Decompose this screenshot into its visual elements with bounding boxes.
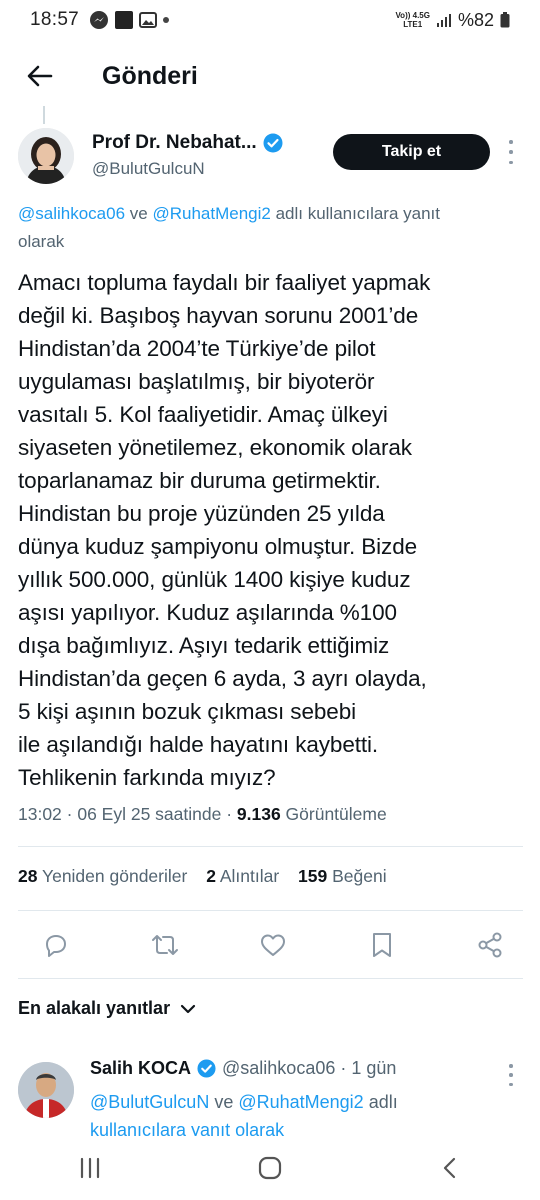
reply-to-line2: olarak (18, 232, 65, 251)
network-label: Vo)) 4.5G LTE1 (395, 11, 430, 29)
news-app-icon (114, 10, 134, 30)
messenger-icon (89, 10, 109, 30)
repost-button[interactable] (147, 927, 183, 963)
mention-bulutgulcun[interactable]: @BulutGulcuN (90, 1092, 209, 1112)
tweet-text-line: aşısı yapılıyor. Kuduz aşılarında %100 (18, 600, 397, 625)
reply-handle-time: @salihkoca06 · 1 gün (222, 1058, 397, 1078)
reply-more-options-icon[interactable] (508, 1064, 514, 1086)
tweet-text-line: değil ki. Başıboş hayvan sorunu 2001’de (18, 303, 419, 328)
quotes-count: 2 (206, 866, 216, 886)
tweet-text-line: Hindistan bu proje yüzünden 25 yılda (18, 501, 385, 526)
author-name-text: Prof Dr. Nebahat... (92, 132, 257, 153)
battery-icon (500, 12, 510, 28)
bookmark-button[interactable] (364, 927, 400, 963)
verified-badge-icon (197, 1059, 216, 1078)
page-title: Gönderi (102, 61, 198, 90)
recent-apps-button[interactable] (60, 1143, 120, 1193)
tweet-text-line: Hindistan’da 2004’te Türkiye’de pilot (18, 336, 376, 361)
verified-badge-icon (263, 133, 283, 153)
tweet-text-line: Amacı topluma faydalı bir faaliyet yapma… (18, 270, 431, 295)
reply-to-suffix: adlı kullanıcılara yanıt (270, 204, 440, 223)
battery-percent: %82 (457, 9, 494, 30)
reply-author-name[interactable]: Salih KOCA (90, 1058, 191, 1079)
system-back-button[interactable] (420, 1143, 480, 1193)
like-button[interactable] (255, 927, 291, 963)
recent-apps-icon (80, 1157, 100, 1179)
views-label: Görüntüleme (280, 804, 387, 824)
thread-line (43, 106, 45, 124)
mention-salihkoca06[interactable]: @salihkoca06 (18, 204, 125, 223)
share-button[interactable] (472, 927, 508, 963)
reply-to-connector: ve (125, 204, 153, 223)
tweet-meta: 13:02 · 06 Eyl 25 saatinde · 9.136 Görün… (18, 804, 387, 825)
reposts-stat[interactable]: 28 Yeniden gönderiler (18, 866, 187, 886)
likes-label: Beğeni (327, 866, 387, 886)
author-name[interactable]: Prof Dr. Nebahat... (92, 132, 283, 154)
status-bar: 18:57 Vo)) 4.5G LTE1 %82 (0, 0, 540, 40)
likes-count: 159 (298, 866, 328, 886)
divider (18, 846, 523, 847)
follow-button[interactable]: Takip et (333, 134, 490, 170)
quotes-stat[interactable]: 2 Alıntılar (206, 866, 279, 886)
dot-icon (162, 16, 170, 24)
network-top: Vo)) 4.5G (395, 11, 430, 20)
status-app-icons (89, 10, 170, 30)
tweet-text: Amacı topluma faydalı bir faaliyet yapma… (18, 266, 530, 794)
chevron-down-icon (180, 1004, 196, 1013)
share-icon (478, 932, 502, 958)
reply-connector: ve (209, 1092, 239, 1112)
tweet-timestamp: 13:02 · 06 Eyl 25 saatinde · (18, 804, 237, 824)
tweet-text-line: dünya kuduz şampiyonu olmuştur. Bizde (18, 534, 418, 559)
home-icon (258, 1156, 282, 1180)
gallery-icon (139, 11, 158, 29)
views-count[interactable]: 9.136 (237, 804, 281, 824)
repost-icon (151, 935, 178, 955)
reposts-label: Yeniden gönderiler (37, 866, 188, 886)
tweet-text-line: siyaseten yönetilemez, ekonomik olarak (18, 435, 412, 460)
tweet-text-line: yıllık 500.000, günlük 1400 kişiye kuduz (18, 567, 411, 592)
bookmark-icon (372, 933, 391, 957)
reposts-count: 28 (18, 866, 38, 886)
mention-ruhatmengi2[interactable]: @RuhatMengi2 (238, 1092, 363, 1112)
tweet-author-row: Prof Dr. Nebahat... @BulutGulcuN Takip e… (18, 128, 528, 190)
reply-author-avatar[interactable] (18, 1062, 74, 1118)
divider (18, 910, 523, 911)
reply-icon (46, 935, 66, 957)
quotes-label: Alıntılar (215, 866, 280, 886)
home-button[interactable] (240, 1143, 300, 1193)
network-bottom: LTE1 (403, 20, 423, 29)
tweet-text-line: 5 kişi aşının bozuk çıkması sebebi (18, 699, 357, 724)
tweet-text-line: uygulaması başlatılmış, bir biyoterör (18, 369, 375, 394)
tweet-text-line: Hindistan’da geçen 6 ayda, 3 ayrı olayda… (18, 666, 427, 691)
tweet-text-line: vasıtalı 5. Kol faaliyetidir. Amaç ülkey… (18, 402, 388, 427)
reply-header: Salih KOCA @salihkoca06 · 1 gün (90, 1058, 396, 1079)
tweet-text-line: Tehlikenin farkında mıyız? (18, 765, 276, 790)
chevron-left-icon (443, 1157, 456, 1179)
author-handle[interactable]: @BulutGulcuN (92, 159, 205, 179)
likes-stat[interactable]: 159 Beğeni (298, 866, 387, 886)
tweet-actions (38, 926, 508, 964)
top-header: Gönderi (0, 48, 540, 104)
replies-sort-dropdown[interactable]: En alakalı yanıtlar (18, 998, 196, 1019)
like-icon (261, 934, 285, 956)
tweet-text-line: toparlanamaz bir duruma getirmektir. (18, 468, 381, 493)
tweet-text-line: dışa bağımlıyız. Aşıyı tedarik ettiğimiz (18, 633, 390, 658)
back-button[interactable] (18, 54, 62, 98)
tweet-text-line: ile aşılandığı halde hayatını kaybetti. (18, 732, 379, 757)
tweet-stats: 28 Yeniden gönderiler 2 Alıntılar 159 Be… (18, 866, 401, 887)
mention-ruhatmengi2[interactable]: @RuhatMengi2 (152, 204, 270, 223)
status-right: Vo)) 4.5G LTE1 %82 (395, 10, 510, 31)
system-nav-bar (0, 1136, 540, 1200)
signal-icon (436, 13, 452, 27)
status-time: 18:57 (30, 9, 80, 30)
reply-to-context: @salihkoca06 ve @RuhatMengi2 adlı kullan… (18, 200, 540, 256)
more-options-icon[interactable] (504, 140, 518, 164)
divider (18, 978, 523, 979)
reply-button[interactable] (38, 927, 74, 963)
reply-suffix: adlı (363, 1092, 398, 1112)
arrow-left-icon (27, 65, 53, 87)
replies-sort-label: En alakalı yanıtlar (18, 998, 171, 1018)
author-avatar[interactable] (18, 128, 74, 184)
